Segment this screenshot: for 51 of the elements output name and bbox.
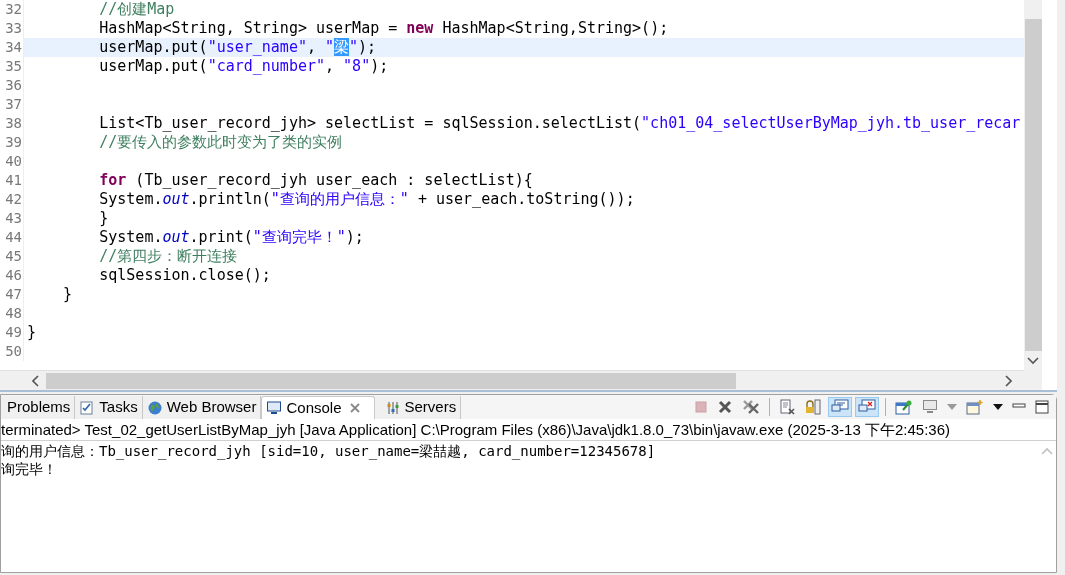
monitor-error-icon[interactable] (855, 397, 879, 417)
line-number: 38 (0, 114, 24, 133)
code-line: userMap.put("user_name", "梁"); (98, 38, 377, 56)
code-line: sqlSession.close(); (98, 266, 271, 284)
scroll-left-icon[interactable] (32, 374, 42, 387)
code-line: //创建Map (98, 0, 175, 18)
line-number: 42 (0, 190, 24, 209)
code-line: System.out.print("查询完毕！"); (98, 228, 364, 246)
line-number: 35 (0, 57, 24, 76)
scrollbar-thumb[interactable] (46, 372, 736, 389)
clipboard-check-icon (79, 399, 96, 416)
line-number: 43 (0, 209, 24, 228)
line-number: 49 (0, 323, 24, 342)
code-line: List<Tb_user_record_jyh> selectList = sqlSession.selectList("ch01_04_selectUserByMap_jyh.tb_user_recar (98, 114, 1021, 132)
scroll-down-icon[interactable] (1027, 357, 1039, 365)
monitor-icon[interactable] (828, 397, 852, 417)
line-number: 39 (0, 133, 24, 152)
line-number: 37 (0, 95, 24, 114)
scroll-right-icon[interactable] (1004, 374, 1012, 387)
panel-tab[interactable]: Problems (1, 396, 76, 419)
line-number: 41 (0, 171, 24, 190)
monitor-icon (266, 400, 283, 416)
panel-tab[interactable]: Web Browser (142, 396, 262, 419)
code-line: userMap.put("card_number", "8"); (98, 57, 389, 75)
scrollbar-thumb[interactable] (1024, 19, 1042, 351)
maximize-icon[interactable] (1032, 397, 1052, 417)
code-line: //第四步：断开连接 (98, 247, 238, 265)
line-number: 40 (0, 152, 24, 171)
line-number: 46 (0, 266, 24, 285)
line-number: 33 (0, 19, 24, 38)
close-icon[interactable] (349, 403, 360, 413)
code-line: HashMap<String, String> userMap = new HashMap<String,String>(); (98, 19, 669, 37)
globe-icon (146, 399, 163, 416)
code-line: System.out.println("查询的用户信息：" + user_each.toString()); (98, 190, 635, 208)
line-number: 48 (0, 304, 24, 323)
line-number: 44 (0, 228, 24, 247)
panel-tab[interactable]: Tasks (75, 396, 143, 419)
console-output-line: 询完毕！ (1, 461, 57, 477)
code-line: } (27, 323, 37, 341)
line-number: 45 (0, 247, 24, 266)
code-line: } (98, 209, 109, 227)
line-number: 32 (0, 0, 24, 19)
console-output-line: 询的用户信息：Tb_user_record_jyh [sid=10, user_name=梁喆越, card_number=12345678] (1, 443, 656, 459)
code-line: //要传入的参数此时变为了类的实例 (98, 133, 343, 151)
code-line: } (62, 285, 73, 303)
panel-tab[interactable]: Servers (374, 396, 462, 419)
code-line: for (Tb_user_record_jyh user_each : selectList){ (98, 171, 533, 189)
panel-tab[interactable]: Console (261, 396, 375, 419)
line-number: 36 (0, 76, 24, 95)
line-number: 47 (0, 285, 24, 304)
line-number: 50 (0, 342, 24, 361)
